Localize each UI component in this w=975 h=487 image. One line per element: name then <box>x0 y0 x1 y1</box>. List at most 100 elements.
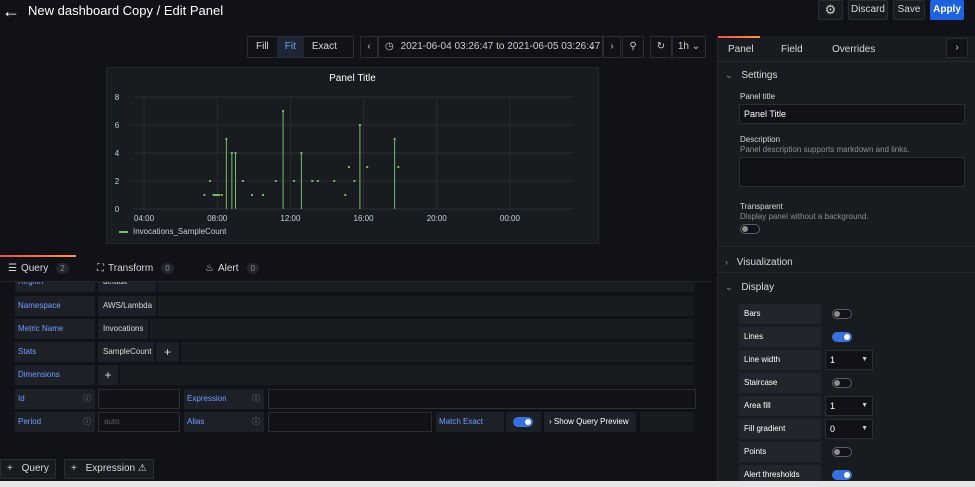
description-label: Description <box>740 135 781 144</box>
fit-option[interactable]: Fit <box>276 37 304 57</box>
data-point <box>353 180 356 182</box>
data-point <box>274 180 277 182</box>
data-point <box>261 194 264 196</box>
graph-chart: 0 2 4 6 8 04:00 08:00 12:00 16:00 20:00 00:00 Invoc… <box>115 93 573 236</box>
id-input[interactable] <box>98 389 180 409</box>
time-range-picker[interactable]: ◷ 2021-06-04 03:26:47 to 2021-06-05 03:2… <box>378 36 603 58</box>
add-dimension-plus-icon[interactable]: + <box>98 365 118 385</box>
display-option-label: Line width <box>739 350 821 370</box>
show-query-preview-button[interactable]: › Show Query Preview <box>544 412 636 432</box>
collapse-options-chevron-icon[interactable]: › <box>946 38 968 58</box>
divider <box>718 272 975 273</box>
tab-panel[interactable]: Panel <box>728 44 754 55</box>
display-option-label: Fill gradient <box>739 419 821 439</box>
zoom-out-icon[interactable]: ⚲ <box>622 36 644 58</box>
match-exact-cell <box>506 412 541 432</box>
tab-query[interactable]: ☰ Query 2 <box>8 263 69 274</box>
back-arrow-icon[interactable]: ← <box>2 2 20 20</box>
display-section-header[interactable]: ⌄ Display <box>725 282 774 293</box>
expression-label-text: Expression <box>187 394 227 403</box>
period-input[interactable]: auto <box>98 412 180 432</box>
y-tick-label: 2 <box>115 177 120 186</box>
time-back-button[interactable]: ‹ <box>360 36 378 58</box>
divider <box>718 61 975 62</box>
visualization-section-header[interactable]: › Visualization <box>725 257 793 268</box>
info-icon[interactable]: ⓘ <box>83 412 91 432</box>
description-textarea[interactable] <box>739 157 965 187</box>
data-point <box>218 194 221 196</box>
alias-input[interactable] <box>268 412 432 432</box>
exact-option[interactable]: Exact <box>304 37 345 57</box>
info-icon[interactable]: ⓘ <box>83 389 91 409</box>
tab-field[interactable]: Field <box>781 44 803 55</box>
data-point <box>347 166 350 168</box>
apply-button[interactable]: Apply <box>930 0 964 20</box>
data-point <box>300 152 303 154</box>
database-icon: ☰ <box>8 263 17 274</box>
alias-label-text: Alias <box>187 417 205 426</box>
panel-title-input[interactable]: Panel Title <box>739 104 965 124</box>
fill-option[interactable]: Fill <box>248 37 277 57</box>
tab-transform[interactable]: ⛶ Transform 0 <box>97 263 174 274</box>
tab-overrides[interactable]: Overrides <box>832 44 875 55</box>
time-forward-button[interactable]: › <box>603 36 621 58</box>
display-option-select[interactable]: 0 ▼ <box>825 419 873 439</box>
refresh-interval-picker[interactable]: 1h ⌄ <box>672 36 706 58</box>
data-point <box>241 180 244 182</box>
legend-swatch <box>119 231 128 233</box>
data-point <box>230 152 233 154</box>
tab-alert[interactable]: ♨ Alert 0 <box>205 263 259 274</box>
match-exact-toggle[interactable] <box>513 417 533 427</box>
info-icon[interactable]: ⓘ <box>252 389 260 409</box>
transform-icon: ⛶ <box>97 263 104 274</box>
transform-count-badge: 0 <box>161 263 174 274</box>
info-icon[interactable]: ⓘ <box>252 412 260 432</box>
display-option-select[interactable]: 1 ▼ <box>825 396 873 416</box>
page-header: ← New dashboard Copy / Edit Panel ⚙ Disc… <box>0 0 975 30</box>
add-expression-button[interactable]: + Expression ⚠ <box>64 459 154 479</box>
row-filler <box>150 319 694 339</box>
gear-icon[interactable]: ⚙ <box>818 0 843 20</box>
display-option-toggle[interactable] <box>832 470 852 480</box>
display-option-toggle[interactable] <box>832 309 852 319</box>
data-point <box>316 180 319 182</box>
panel-preview: Panel Title 0 2 4 6 8 04:00 08:00 12:00 16:00 20:… <box>106 67 599 244</box>
x-tick-label: 20:00 <box>427 214 448 223</box>
expression-label: Expression ⓘ <box>184 389 264 409</box>
stats-select[interactable]: SampleCount <box>98 342 154 362</box>
data-point <box>203 194 206 196</box>
y-tick-label: 0 <box>115 205 120 214</box>
save-button[interactable]: Save <box>893 0 925 20</box>
chevron-down-icon: ⌄ <box>725 70 733 80</box>
transparent-toggle[interactable] <box>740 224 760 234</box>
data-point <box>225 138 228 140</box>
namespace-select[interactable]: AWS/Lambda <box>98 296 156 316</box>
chevron-down-icon: ⌄ <box>725 282 733 292</box>
match-exact-label: Match Exact <box>436 412 504 432</box>
y-tick-label: 6 <box>115 121 120 130</box>
chevron-right-icon: › <box>549 417 552 426</box>
display-option-toggle[interactable] <box>832 332 852 342</box>
add-query-button[interactable]: + Query <box>0 459 56 479</box>
display-option-select[interactable]: 1 ▼ <box>825 350 873 370</box>
bell-icon: ♨ <box>205 263 214 274</box>
add-query-label: Query <box>21 463 49 474</box>
y-tick-label: 4 <box>115 149 120 158</box>
display-option-label: Points <box>739 442 821 462</box>
x-tick-label: 04:00 <box>134 214 155 223</box>
display-option-label: Bars <box>739 304 821 324</box>
divider <box>718 246 975 247</box>
data-point <box>234 152 237 154</box>
display-option-label: Area fill <box>739 396 821 416</box>
data-point <box>311 180 314 182</box>
display-option-toggle[interactable] <box>832 378 852 388</box>
chevron-down-icon: ⌄ <box>587 41 596 52</box>
expression-input[interactable] <box>268 389 696 409</box>
display-option-toggle[interactable] <box>832 447 852 457</box>
refresh-icon[interactable]: ↻ <box>650 36 672 58</box>
settings-section-header[interactable]: ⌄ Settings <box>725 70 777 81</box>
discard-button[interactable]: Discard <box>848 0 888 20</box>
metric-name-select[interactable]: Invocations <box>98 319 148 339</box>
region-select[interactable]: default <box>98 282 156 292</box>
add-stat-plus-icon[interactable]: + <box>156 342 179 362</box>
